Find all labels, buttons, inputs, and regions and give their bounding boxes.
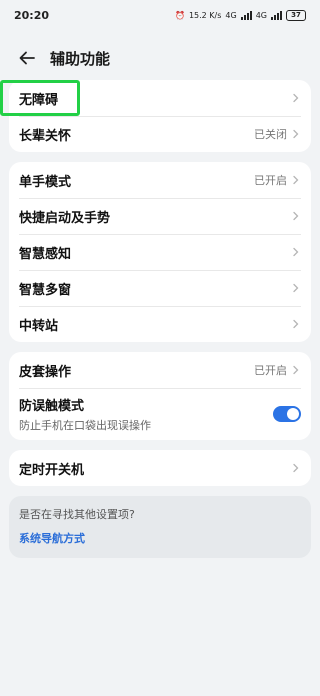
chevron-right-icon <box>293 247 299 257</box>
row-mistouch-mode: 防误触模式 防止手机在口袋出现误操作 <box>9 388 311 440</box>
settings-group-2: 单手模式 已开启 快捷启动及手势 智慧感知 智慧多窗 中转站 <box>9 162 311 342</box>
row-value: 已开启 <box>254 174 287 187</box>
row-label: 定时开关机 <box>19 462 85 478</box>
row-transfer-station[interactable]: 中转站 <box>9 306 311 342</box>
mistouch-toggle[interactable] <box>273 406 301 422</box>
suggestion-question: 是否在寻找其他设置项? <box>19 508 135 521</box>
back-arrow-icon[interactable] <box>16 47 38 69</box>
row-shortcuts-gestures[interactable]: 快捷启动及手势 <box>9 198 311 234</box>
row-label: 皮套操作 <box>19 364 72 380</box>
network-type-2: 4G <box>255 10 267 20</box>
highlight-box <box>0 80 80 116</box>
chevron-right-icon <box>293 211 299 221</box>
row-label: 智慧多窗 <box>19 282 72 298</box>
row-scheduled-power[interactable]: 定时开关机 <box>9 450 311 486</box>
alarm-icon: ⏰ <box>174 10 185 20</box>
row-elder-care[interactable]: 长辈关怀 已关闭 <box>9 116 311 152</box>
row-one-hand-mode[interactable]: 单手模式 已开启 <box>9 162 311 198</box>
chevron-right-icon <box>293 319 299 329</box>
status-bar: 20:20 ⏰ 15.2 K/s 4G 4G 37 <box>0 0 320 30</box>
signal-icon <box>240 10 252 20</box>
status-time: 20:20 <box>14 8 50 22</box>
chevron-right-icon <box>293 463 299 473</box>
chevron-right-icon <box>293 365 299 375</box>
status-icons: ⏰ 15.2 K/s 4G 4G 37 <box>174 9 306 21</box>
row-smart-sensing[interactable]: 智慧感知 <box>9 234 311 270</box>
row-label: 长辈关怀 <box>19 128 72 144</box>
row-multi-window[interactable]: 智慧多窗 <box>9 270 311 306</box>
page-title: 辅助功能 <box>50 49 111 68</box>
battery-icon: 37 <box>286 9 306 21</box>
signal-icon-2 <box>271 10 282 20</box>
network-type-1: 4G <box>225 10 237 20</box>
row-label: 中转站 <box>19 318 59 334</box>
chevron-right-icon <box>293 129 299 139</box>
row-label: 快捷启动及手势 <box>19 210 111 226</box>
row-description: 防止手机在口袋出现误操作 <box>19 419 151 432</box>
settings-group-4: 定时开关机 <box>9 450 311 486</box>
chevron-right-icon <box>293 283 299 293</box>
row-label: 单手模式 <box>19 174 72 190</box>
row-value: 已关闭 <box>254 128 287 141</box>
net-speed: 15.2 K/s <box>188 10 222 20</box>
page-header: 辅助功能 <box>0 36 320 80</box>
row-cover-operation[interactable]: 皮套操作 已开启 <box>9 352 311 388</box>
suggestion-link[interactable]: 系统导航方式 <box>19 530 301 546</box>
row-label: 防误触模式 <box>19 399 85 414</box>
chevron-right-icon <box>293 93 299 103</box>
settings-group-3: 皮套操作 已开启 防误触模式 防止手机在口袋出现误操作 <box>9 352 311 440</box>
row-label: 智慧感知 <box>19 246 72 262</box>
chevron-right-icon <box>293 175 299 185</box>
row-value: 已开启 <box>254 364 287 377</box>
suggestion-card: 是否在寻找其他设置项? 系统导航方式 <box>9 496 311 558</box>
